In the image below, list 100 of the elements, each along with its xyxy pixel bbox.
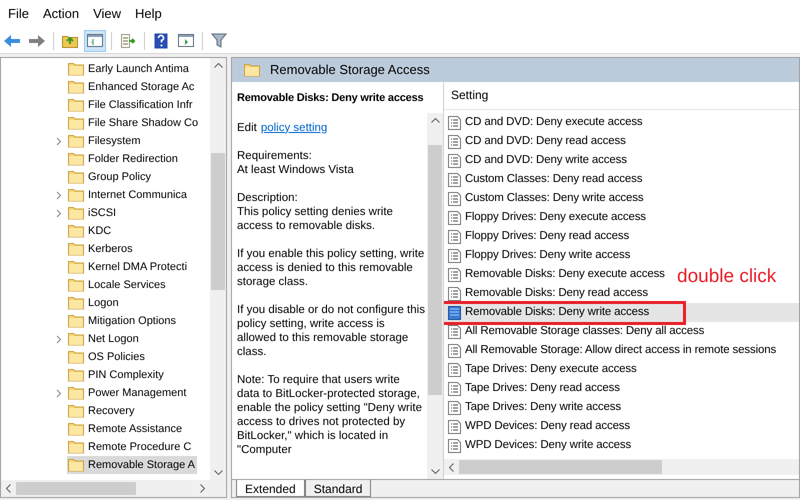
folder-icon: [68, 314, 84, 328]
scroll-thumb[interactable]: [16, 482, 136, 495]
folder-icon: [68, 422, 84, 436]
description-text: At least Windows Vista: [237, 162, 355, 176]
setting-row[interactable]: All Removable Storage classes: Deny all access: [448, 322, 704, 341]
policy-icon: [448, 400, 461, 414]
description-text: Note: To require that users write data to BitLocker-protected storage, enable the policy setting "Deny write access to drives not protected by BitLocker," which is located in "Computer: [237, 372, 423, 456]
tree-item[interactable]: Kernel DMA Protecti: [67, 258, 190, 276]
policy-icon: [448, 210, 461, 224]
setting-row[interactable]: Removable Disks: Deny read access: [448, 284, 648, 303]
scroll-thumb[interactable]: [211, 153, 225, 290]
tree-item-label: Kernel DMA Protecti: [88, 260, 188, 275]
tree-item[interactable]: Recovery: [67, 402, 136, 420]
scroll-down-icon[interactable]: [430, 469, 440, 474]
setting-row[interactable]: CD and DVD: Deny read access: [448, 132, 626, 151]
menu-item[interactable]: Action: [36, 4, 86, 24]
folder-icon: [68, 80, 84, 94]
setting-row[interactable]: CD and DVD: Deny write access: [448, 151, 627, 170]
setting-row[interactable]: Floppy Drives: Deny execute access: [448, 208, 646, 227]
tree-item-label: Remote Assistance: [88, 422, 182, 437]
view-tab[interactable]: Standard: [304, 480, 372, 497]
folder-icon: [68, 278, 84, 292]
chevron-icon[interactable]: [56, 334, 62, 344]
folder-icon: [68, 332, 84, 346]
policy-icon: [448, 172, 461, 186]
tree-item[interactable]: Remote Assistance: [67, 420, 184, 438]
tree-item[interactable]: Remote Procedure C: [67, 438, 194, 456]
tree-item[interactable]: Kerberos: [67, 240, 135, 258]
tree-item[interactable]: Early Launch Antima: [67, 60, 191, 78]
setting-row[interactable]: All Removable Storage: Allow direct access in remote sessions: [448, 341, 776, 360]
folder-icon: [68, 386, 84, 400]
tree-item-label: Internet Communica: [88, 188, 188, 203]
setting-row[interactable]: Custom Classes: Deny write access: [448, 189, 644, 208]
setting-row[interactable]: Tape Drives: Deny write access: [448, 398, 621, 417]
chevron-icon[interactable]: [56, 388, 62, 398]
tree-item[interactable]: PIN Complexity: [67, 366, 166, 384]
folder-icon: [68, 404, 84, 418]
tree-item-label: Net Logon: [88, 332, 139, 347]
setting-row[interactable]: Removable Disks: Deny execute access: [448, 265, 665, 284]
tree-item[interactable]: Mitigation Options: [67, 312, 178, 330]
folder-icon: [68, 170, 84, 184]
chevron-icon[interactable]: [56, 136, 62, 146]
folder-icon: [68, 260, 84, 274]
folder-icon: [68, 242, 84, 256]
tree-item[interactable]: Locale Services: [67, 276, 168, 294]
tree-item-label: Recovery: [88, 404, 134, 419]
scroll-thumb[interactable]: [428, 144, 442, 394]
menu-item[interactable]: View: [86, 4, 128, 24]
tree-item[interactable]: Power Management: [67, 384, 188, 402]
scroll-up-icon[interactable]: [430, 118, 440, 122]
description-text: This policy setting denies write access to removable disks.: [237, 204, 394, 232]
tree-item-label: Mitigation Options: [88, 314, 176, 329]
tree-item[interactable]: Enhanced Storage Ac: [67, 78, 196, 96]
setting-row[interactable]: WPD Devices: Deny read access: [448, 417, 630, 436]
setting-row[interactable]: Tape Drives: Deny execute access: [448, 360, 637, 379]
tree-item-label: Early Launch Antima: [88, 62, 189, 77]
setting-row[interactable]: CD and DVD: Deny execute access: [448, 113, 643, 132]
tree-item[interactable]: File Share Shadow Co: [67, 114, 200, 132]
tree-item[interactable]: Internet Communica: [67, 186, 190, 204]
description-heading: Removable Disks: Deny write access: [237, 92, 424, 104]
tree-item[interactable]: Folder Redirection: [67, 150, 180, 168]
edit-label: Edit: [237, 120, 257, 134]
scroll-left-icon[interactable]: [6, 484, 11, 493]
policy-icon: [448, 134, 461, 148]
scroll-down-icon[interactable]: [214, 470, 222, 475]
folder-icon: [68, 440, 84, 454]
folder-icon: [68, 296, 84, 310]
setting-row[interactable]: WPD Devices: Deny write access: [448, 436, 632, 455]
setting-row[interactable]: Tape Drives: Deny read access: [448, 379, 620, 398]
pane-icon[interactable]: [84, 30, 106, 52]
tree-item[interactable]: OS Policies: [67, 348, 147, 366]
tree-item-label: Removable Storage A: [88, 458, 196, 473]
tree-item[interactable]: Logon: [67, 294, 121, 312]
column-header[interactable]: Setting: [444, 82, 799, 110]
tree-item[interactable]: Filesystem: [67, 132, 143, 150]
setting-row[interactable]: Custom Classes: Deny read access: [448, 170, 642, 189]
menu-item[interactable]: File: [1, 4, 36, 24]
policy-icon: [448, 230, 461, 244]
scroll-left-icon[interactable]: [449, 462, 454, 472]
tree-item[interactable]: Group Policy: [67, 168, 153, 186]
policy-icon: [448, 362, 461, 376]
view-tab[interactable]: Extended: [236, 480, 305, 497]
tree-item[interactable]: Removable Storage A: [67, 456, 198, 474]
policy-icon: [448, 268, 461, 282]
folder-icon: [68, 206, 84, 220]
setting-row[interactable]: Floppy Drives: Deny write access: [448, 246, 630, 265]
scroll-thumb[interactable]: [459, 460, 662, 474]
folder-icon: [68, 350, 84, 364]
tree-item[interactable]: iSCSI: [67, 204, 118, 222]
policy-setting-link[interactable]: policy setting: [260, 120, 328, 134]
policy-icon: [448, 154, 461, 168]
setting-row[interactable]: Floppy Drives: Deny read access: [448, 227, 630, 246]
menu-item[interactable]: Help: [128, 4, 169, 24]
tree-item-label: Remote Procedure C: [88, 440, 192, 455]
tree-item[interactable]: Net Logon: [67, 330, 141, 348]
scroll-right-icon[interactable]: [200, 484, 205, 493]
scroll-up-icon[interactable]: [214, 63, 222, 68]
tree-item[interactable]: File Classification Infr: [67, 96, 195, 114]
tree-item[interactable]: KDC: [67, 222, 114, 240]
folder-icon: [68, 368, 84, 382]
